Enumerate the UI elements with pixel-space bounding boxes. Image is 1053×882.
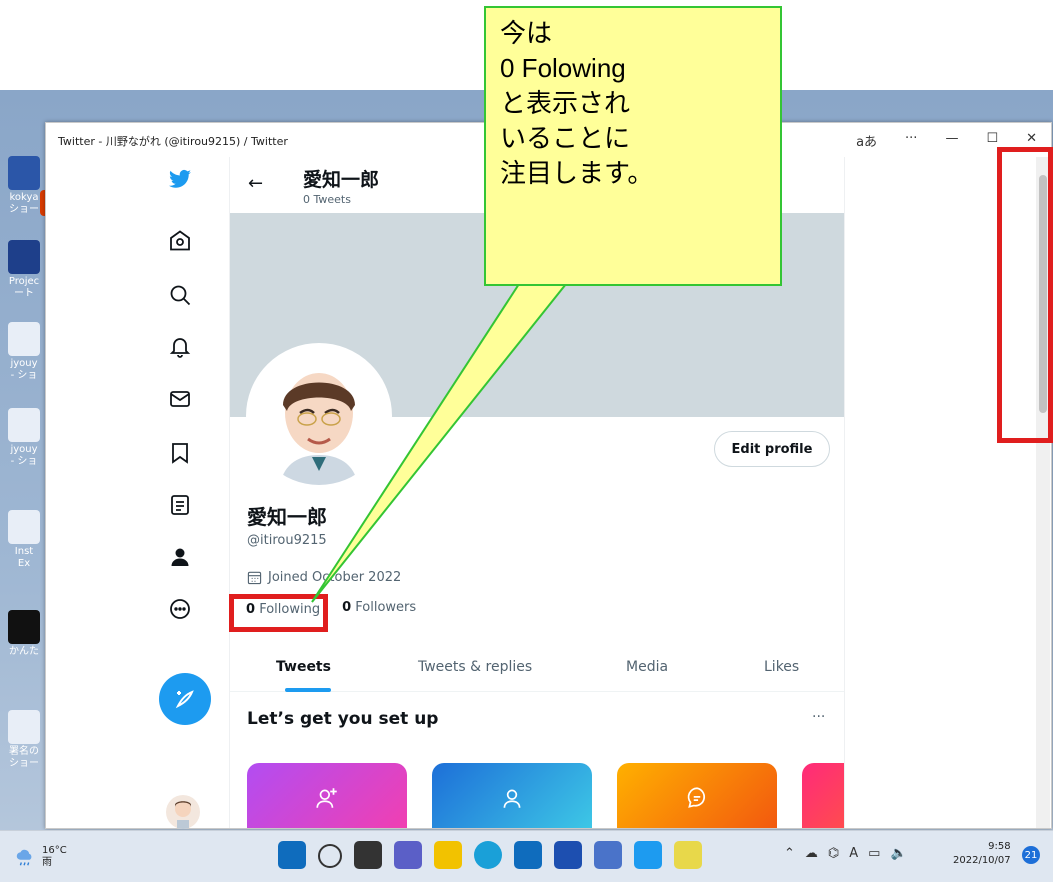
- start-icon[interactable]: [278, 841, 306, 869]
- taskbar-apps: [278, 841, 702, 869]
- twitter-taskbar-icon[interactable]: [634, 841, 662, 869]
- search-icon[interactable]: [318, 844, 342, 868]
- ime-indicator[interactable]: A: [849, 846, 858, 861]
- chat-icon[interactable]: [394, 841, 422, 869]
- notepad-icon[interactable]: [594, 841, 622, 869]
- cloud-icon[interactable]: ☁: [805, 846, 818, 861]
- paint-icon[interactable]: [674, 841, 702, 869]
- notification-badge[interactable]: 21: [1022, 846, 1040, 864]
- edge-icon[interactable]: [474, 841, 502, 869]
- weather-condition: 雨: [42, 857, 52, 868]
- rain-cloud-icon: [16, 849, 32, 866]
- task-view-icon[interactable]: [354, 841, 382, 869]
- chevron-up-icon[interactable]: ⌃: [784, 846, 795, 861]
- clock-date: 2022/10/07: [953, 855, 1011, 866]
- system-tray: ⌃ ☁ ⌬ A ▭ 🔈: [784, 846, 907, 861]
- network-icon[interactable]: ⌬: [828, 846, 839, 861]
- annotation-callout: 今は 0 Folowing と表示され いることに 注目します。: [484, 6, 782, 286]
- weather-temp: 16°C: [42, 845, 67, 856]
- clock-time: 9:58: [988, 841, 1011, 852]
- display-icon[interactable]: ▭: [868, 846, 880, 861]
- app-icon[interactable]: [554, 841, 582, 869]
- volume-icon[interactable]: 🔈: [890, 846, 906, 861]
- file-explorer-icon[interactable]: [434, 841, 462, 869]
- clock[interactable]: 9:58 2022/10/07: [953, 840, 1011, 868]
- taskbar: 16°C 雨 ⌃ ☁ ⌬ A ▭ 🔈 9:58 2022/10/07 21: [0, 830, 1053, 882]
- store-icon[interactable]: [514, 841, 542, 869]
- weather-widget[interactable]: 16°C 雨: [14, 845, 67, 869]
